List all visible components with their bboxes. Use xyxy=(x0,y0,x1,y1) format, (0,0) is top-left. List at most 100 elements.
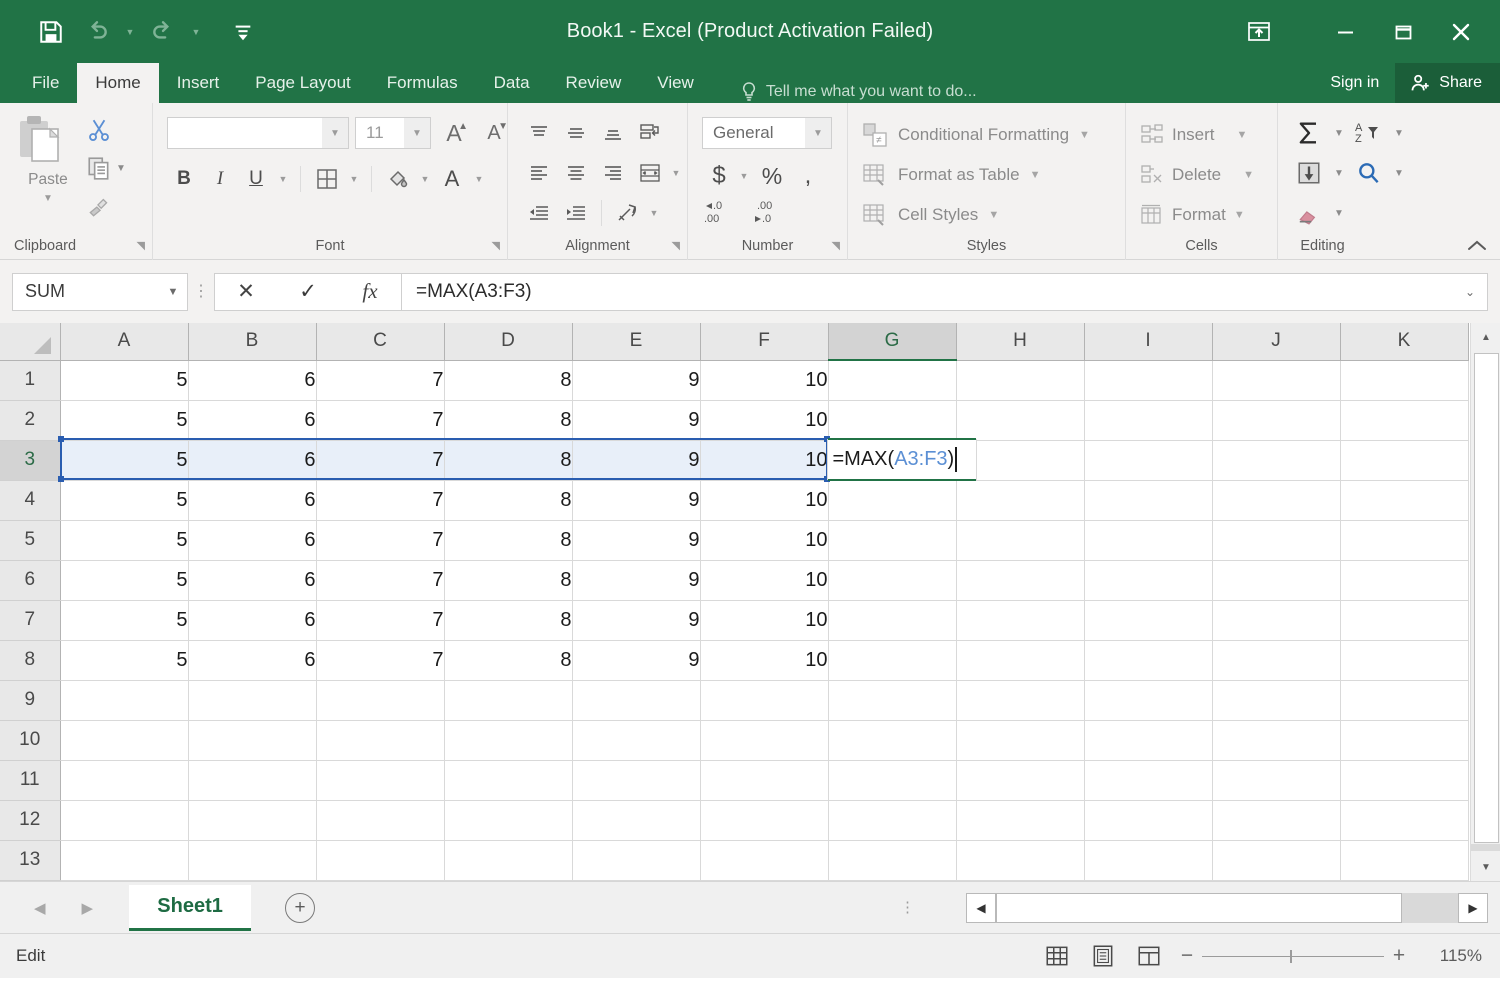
cell-F11[interactable] xyxy=(700,760,828,800)
column-header-E[interactable]: E xyxy=(572,323,700,360)
center-align-icon[interactable] xyxy=(557,155,594,191)
conditional-formatting-dropdown-icon[interactable]: ▼ xyxy=(1079,129,1090,141)
horizontal-scroll-thumb[interactable] xyxy=(996,893,1402,923)
row-header-8[interactable]: 8 xyxy=(0,640,60,680)
increase-font-size-icon[interactable]: A▲ xyxy=(437,117,471,149)
sort-filter-icon[interactable]: A Z xyxy=(1348,115,1390,151)
cell-A8[interactable]: 5 xyxy=(60,640,188,680)
font-color-dropdown-icon[interactable]: ▼ xyxy=(471,161,487,197)
cell-G1[interactable] xyxy=(828,360,956,400)
cell-J11[interactable] xyxy=(1212,760,1340,800)
cell-H11[interactable] xyxy=(956,760,1084,800)
conditional-formatting-button[interactable]: ≠ Conditional Formatting ▼ xyxy=(848,115,1125,155)
increase-decimal-icon[interactable]: .0 .00 xyxy=(702,195,736,231)
row-header-4[interactable]: 4 xyxy=(0,480,60,520)
cell-J2[interactable] xyxy=(1212,400,1340,440)
cell-D7[interactable]: 8 xyxy=(444,600,572,640)
cell-G2[interactable] xyxy=(828,400,956,440)
cell-F10[interactable] xyxy=(700,720,828,760)
cell-E3[interactable]: 9 xyxy=(572,440,700,480)
cell-C10[interactable] xyxy=(316,720,444,760)
customize-qat-icon[interactable] xyxy=(222,12,264,52)
cell-E2[interactable]: 9 xyxy=(572,400,700,440)
cell-B2[interactable]: 6 xyxy=(188,400,316,440)
cell-F9[interactable] xyxy=(700,680,828,720)
zoom-in-button[interactable]: + xyxy=(1384,944,1414,968)
cell-K4[interactable] xyxy=(1340,480,1468,520)
cell-K8[interactable] xyxy=(1340,640,1468,680)
row-header-9[interactable]: 9 xyxy=(0,680,60,720)
sort-filter-dropdown-icon[interactable]: ▼ xyxy=(1390,115,1408,151)
insert-cells-button[interactable]: Insert ▼ xyxy=(1126,115,1277,155)
cell-G6[interactable] xyxy=(828,560,956,600)
cell-G11[interactable] xyxy=(828,760,956,800)
vertical-scroll-thumb[interactable] xyxy=(1474,353,1499,843)
cell-C5[interactable]: 7 xyxy=(316,520,444,560)
cell-B3[interactable]: 6 xyxy=(188,440,316,480)
next-sheet-icon[interactable]: ▶ xyxy=(82,899,94,917)
cell-K1[interactable] xyxy=(1340,360,1468,400)
underline-dropdown-icon[interactable]: ▼ xyxy=(275,161,291,197)
cell-D6[interactable]: 8 xyxy=(444,560,572,600)
scroll-down-icon[interactable]: ▼ xyxy=(1471,853,1500,881)
column-header-H[interactable]: H xyxy=(956,323,1084,360)
name-box[interactable]: SUM ▼ xyxy=(12,273,188,311)
delete-cells-dropdown-icon[interactable]: ▼ xyxy=(1243,169,1254,181)
cell-K2[interactable] xyxy=(1340,400,1468,440)
zoom-out-button[interactable]: − xyxy=(1172,944,1202,968)
cell-I9[interactable] xyxy=(1084,680,1212,720)
cell-I13[interactable] xyxy=(1084,840,1212,880)
cell-F3[interactable]: 10 xyxy=(700,440,828,480)
format-cells-dropdown-icon[interactable]: ▼ xyxy=(1234,209,1245,221)
normal-view-icon[interactable] xyxy=(1034,939,1080,973)
copy-dropdown-icon[interactable]: ▼ xyxy=(116,163,126,174)
tab-formulas[interactable]: Formulas xyxy=(369,63,476,103)
cell-I10[interactable] xyxy=(1084,720,1212,760)
cell-I6[interactable] xyxy=(1084,560,1212,600)
font-name-dropdown-icon[interactable]: ▼ xyxy=(322,118,348,148)
clear-icon[interactable] xyxy=(1288,195,1330,231)
row-header-3[interactable]: 3 xyxy=(0,440,60,480)
cell-E12[interactable] xyxy=(572,800,700,840)
cell-C8[interactable]: 7 xyxy=(316,640,444,680)
horizontal-scroll-track[interactable] xyxy=(996,893,1458,923)
cell-B6[interactable]: 6 xyxy=(188,560,316,600)
page-layout-view-icon[interactable] xyxy=(1080,939,1126,973)
cut-button[interactable] xyxy=(86,111,126,149)
restore-icon[interactable] xyxy=(1374,0,1432,63)
increase-indent-icon[interactable] xyxy=(557,195,594,231)
close-icon[interactable] xyxy=(1432,0,1490,63)
cell-E1[interactable]: 9 xyxy=(572,360,700,400)
cell-K12[interactable] xyxy=(1340,800,1468,840)
cell-B11[interactable] xyxy=(188,760,316,800)
cell-D2[interactable]: 8 xyxy=(444,400,572,440)
column-header-J[interactable]: J xyxy=(1212,323,1340,360)
cell-B10[interactable] xyxy=(188,720,316,760)
format-as-table-button[interactable]: Format as Table ▼ xyxy=(848,155,1125,195)
cell-D5[interactable]: 8 xyxy=(444,520,572,560)
number-format-dropdown-icon[interactable]: ▼ xyxy=(805,118,831,148)
cell-F4[interactable]: 10 xyxy=(700,480,828,520)
cell-D10[interactable] xyxy=(444,720,572,760)
cell-G13[interactable] xyxy=(828,840,956,880)
cell-E8[interactable]: 9 xyxy=(572,640,700,680)
share-button[interactable]: Share xyxy=(1395,63,1500,103)
row-header-2[interactable]: 2 xyxy=(0,400,60,440)
wrap-text-icon[interactable] xyxy=(631,115,668,151)
cell-C3[interactable]: 7 xyxy=(316,440,444,480)
cell-B5[interactable]: 6 xyxy=(188,520,316,560)
tab-data[interactable]: Data xyxy=(476,63,548,103)
cell-G9[interactable] xyxy=(828,680,956,720)
cell-C1[interactable]: 7 xyxy=(316,360,444,400)
cell-D12[interactable] xyxy=(444,800,572,840)
cell-J5[interactable] xyxy=(1212,520,1340,560)
cell-D3[interactable]: 8 xyxy=(444,440,572,480)
cell-H8[interactable] xyxy=(956,640,1084,680)
cell-E11[interactable] xyxy=(572,760,700,800)
tell-me-box[interactable]: Tell me what you want to do... xyxy=(740,81,977,103)
cell-H12[interactable] xyxy=(956,800,1084,840)
page-break-preview-icon[interactable] xyxy=(1126,939,1172,973)
cell-A12[interactable] xyxy=(60,800,188,840)
cell-J12[interactable] xyxy=(1212,800,1340,840)
fill-icon[interactable] xyxy=(1288,155,1330,191)
